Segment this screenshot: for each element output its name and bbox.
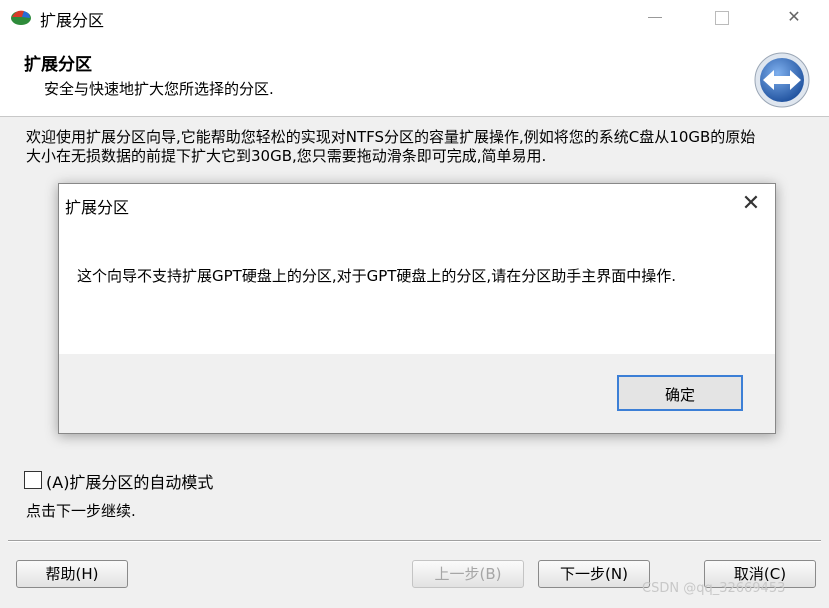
wizard-header: 扩展分区 安全与快速地扩大您所选择的分区. [0, 34, 829, 117]
help-button[interactable]: 帮助(H) [16, 560, 128, 588]
next-button[interactable]: 下一步(N) [538, 560, 650, 588]
app-logo-icon [11, 10, 31, 25]
intro-text: 欢迎使用扩展分区向导,它能帮助您轻松的实现对NTFS分区的容量扩展操作,例如将您… [26, 128, 756, 165]
page-subtitle: 安全与快速地扩大您所选择的分区. [44, 80, 274, 98]
close-icon: ✕ [741, 191, 761, 216]
close-button[interactable]: ✕ [772, 0, 816, 34]
footer-divider [8, 540, 821, 542]
window-title: 扩展分区 [40, 11, 105, 30]
watermark: CSDN @qq_32669453 [642, 581, 786, 596]
dialog-footer: 确定 [59, 354, 775, 433]
auto-mode-label[interactable]: (A)扩展分区的自动模式 [46, 469, 213, 493]
double-arrow-icon [754, 52, 810, 108]
dialog-close-button[interactable]: ✕ [733, 188, 769, 220]
maximize-icon [715, 10, 729, 25]
title-bar: 扩展分区 ✕ [0, 0, 829, 34]
close-icon: ✕ [787, 7, 801, 26]
prev-button[interactable]: 上一步(B) [412, 560, 524, 588]
minimize-icon [648, 17, 662, 18]
maximize-button[interactable] [700, 0, 744, 34]
ok-button[interactable]: 确定 [617, 375, 743, 411]
minimize-button[interactable] [633, 0, 677, 34]
dialog-message: 这个向导不支持扩展GPT硬盘上的分区,对于GPT硬盘上的分区,请在分区助手主界面… [77, 267, 676, 285]
auto-mode-checkbox[interactable] [24, 471, 42, 489]
dialog-title: 扩展分区 [65, 198, 130, 217]
page-title: 扩展分区 [24, 55, 92, 75]
hint-text: 点击下一步继续. [26, 502, 136, 520]
message-dialog: 扩展分区 ✕ 这个向导不支持扩展GPT硬盘上的分区,对于GPT硬盘上的分区,请在… [58, 183, 776, 434]
